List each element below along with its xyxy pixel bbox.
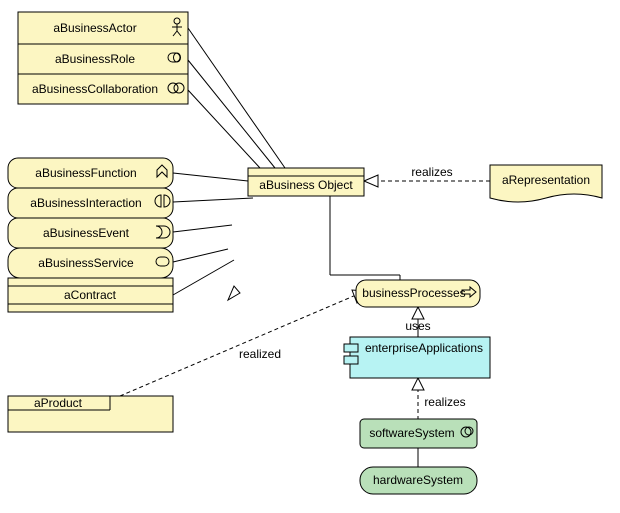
edge-func-object xyxy=(173,173,248,181)
edge-role-object xyxy=(188,60,275,168)
node-service-label: aBusinessService xyxy=(38,256,134,270)
node-contract-label: aContract xyxy=(64,288,117,302)
node-representation-label: aRepresentation xyxy=(502,173,590,187)
arrow-realizes-repr xyxy=(364,175,378,187)
node-processes: businessProcesses xyxy=(356,280,480,307)
node-product: aProduct xyxy=(8,396,173,432)
node-hardware: hardwareSystem xyxy=(360,467,477,494)
node-object: aBusiness Object xyxy=(248,168,364,196)
node-function-label: aBusinessFunction xyxy=(35,166,136,180)
node-actor-label: aBusinessActor xyxy=(53,21,136,35)
edge-service-object xyxy=(173,249,228,262)
archimate-diagram: realizes realized uses realizes aBusines… xyxy=(0,0,620,513)
arrow-realizes-soft xyxy=(412,378,424,390)
label-uses: uses xyxy=(405,319,430,333)
label-realizes-soft: realizes xyxy=(424,395,465,409)
group-actor-role-collab: aBusinessActor aBusinessRole aBusinessCo… xyxy=(18,12,188,104)
node-collab-label: aBusinessCollaboration xyxy=(32,82,158,96)
node-product-label: aProduct xyxy=(34,396,83,410)
open-arrow-group xyxy=(228,286,240,300)
node-software-label: softwareSystem xyxy=(369,426,454,440)
label-realized: realized xyxy=(239,347,281,361)
arrow-uses xyxy=(412,307,424,319)
node-app-label: enterpriseApplications xyxy=(365,341,483,355)
edge-event-object xyxy=(173,225,232,232)
node-software: softwareSystem xyxy=(360,419,477,448)
node-interaction-label: aBusinessInteraction xyxy=(30,196,141,210)
group-behaviour-stack: aBusinessFunction aBusinessInteraction a… xyxy=(8,158,173,312)
node-app: enterpriseApplications xyxy=(344,337,490,378)
edge-contract-object xyxy=(173,260,234,295)
node-object-label: aBusiness Object xyxy=(259,178,353,192)
node-representation: aRepresentation xyxy=(490,165,602,202)
label-realizes-repr: realizes xyxy=(411,165,452,179)
edge-actor-object xyxy=(188,28,285,168)
node-role-label: aBusinessRole xyxy=(55,52,135,66)
node-event-label: aBusinessEvent xyxy=(43,226,130,240)
node-hardware-label: hardwareSystem xyxy=(373,473,463,487)
edge-collab-object xyxy=(188,90,260,168)
node-processes-label: businessProcesses xyxy=(362,286,465,300)
edge-inter-object xyxy=(173,198,253,202)
